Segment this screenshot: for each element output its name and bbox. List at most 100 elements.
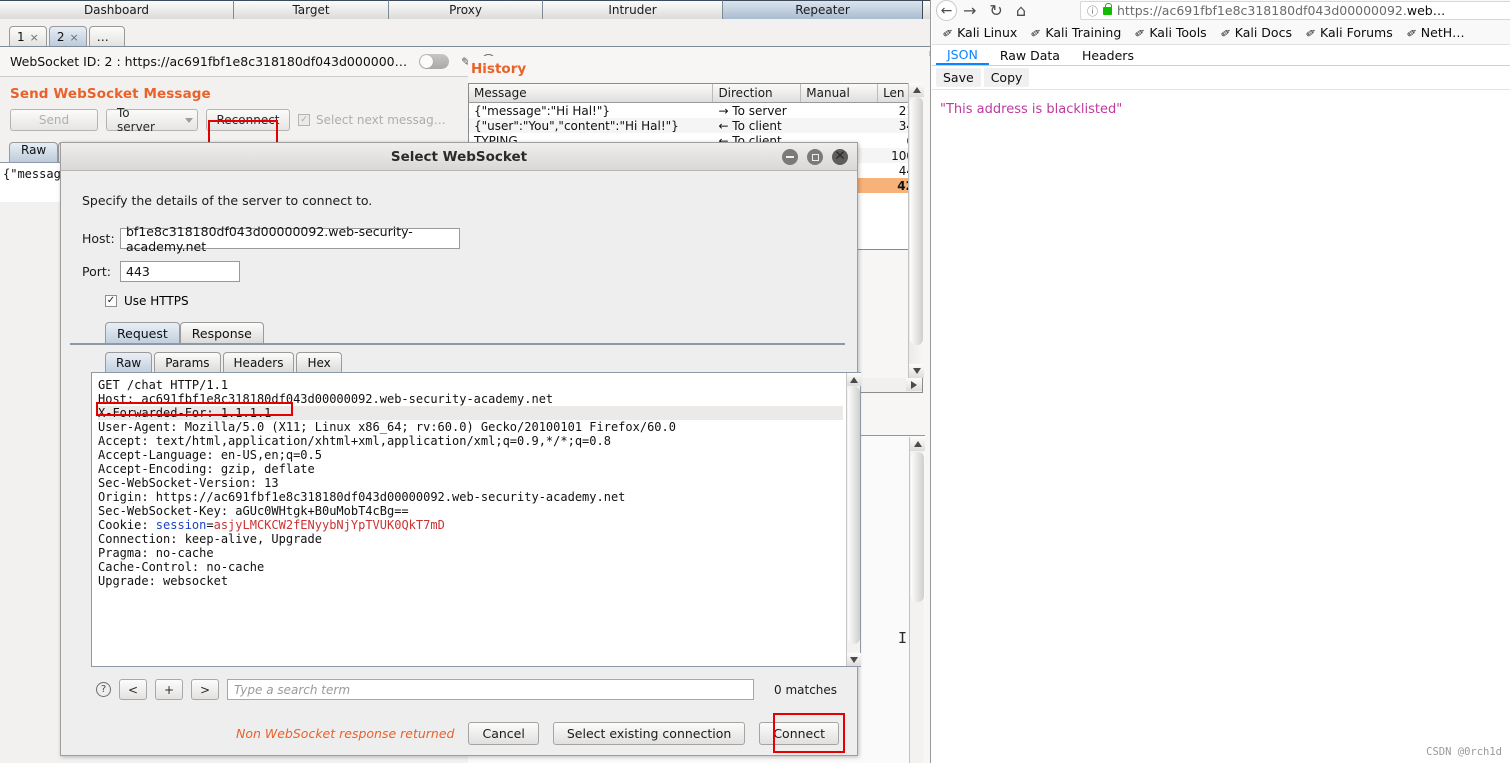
tab-raw[interactable]: Raw [9, 142, 59, 162]
scroll-up-arrow[interactable] [910, 437, 925, 451]
tab-response[interactable]: Response [179, 322, 264, 343]
repeater-tab-more[interactable]: … [88, 26, 125, 47]
tab-repeater[interactable]: Repeater [723, 0, 923, 19]
url-domain: web… [1406, 3, 1446, 18]
minimize-icon[interactable] [782, 149, 798, 165]
tab-request[interactable]: Request [105, 322, 180, 343]
cookie-name: session [155, 518, 207, 532]
home-icon[interactable]: ⌂ [1016, 1, 1026, 20]
select-existing-connection-button[interactable]: Select existing connection [552, 722, 746, 745]
json-viewer-toolbar: Save Copy [932, 66, 1510, 90]
reload-icon[interactable]: ↻ [989, 1, 1002, 20]
dialog-window-buttons: ✕ [782, 149, 848, 165]
scrollbar-thumb[interactable] [848, 386, 860, 644]
copy-button-label: Copy [990, 70, 1023, 85]
tab-request-label: Request [117, 325, 168, 341]
info-icon[interactable]: ⓘ [1087, 3, 1098, 19]
back-icon[interactable]: ← [936, 0, 957, 21]
scroll-up-arrow[interactable] [847, 373, 861, 386]
scroll-right-arrow[interactable] [906, 378, 922, 391]
editor-tabbar: Raw Params Headers Hex [105, 352, 857, 372]
scrollbar-thumb[interactable] [911, 452, 924, 602]
bookmark-kali-tools[interactable]: ✏ Kali Tools [1128, 24, 1213, 41]
scroll-up-arrow[interactable] [909, 83, 924, 97]
close-icon[interactable]: × [30, 31, 39, 44]
tab-intruder[interactable]: Intruder [543, 0, 723, 19]
search-add-button[interactable]: + [155, 679, 183, 700]
checkbox-icon: ✓ [105, 295, 117, 307]
help-icon[interactable]: ? [96, 682, 111, 697]
tab-response-label: Response [191, 325, 252, 341]
send-button[interactable]: Send [10, 109, 98, 131]
intercept-toggle[interactable] [419, 54, 450, 69]
history-title: History [471, 61, 527, 77]
search-next-label: > [199, 682, 211, 697]
repeater-tab-1[interactable]: 1 × [9, 26, 47, 47]
message-editor-text: {"message [3, 167, 69, 181]
column-header-direction[interactable]: Direction [713, 84, 802, 102]
tab-proxy[interactable]: Proxy [389, 0, 543, 19]
bookmark-kali-docs[interactable]: ✏ Kali Docs [1214, 24, 1299, 41]
port-input[interactable]: 443 [120, 261, 240, 282]
request-line: Connection: keep-alive, Upgrade [98, 532, 322, 546]
dialog-description: Specify the details of the server to con… [82, 193, 373, 208]
request-editor[interactable]: GET /chat HTTP/1.1 Host: ac691fbf1e8c318… [91, 372, 861, 667]
tab-dashboard[interactable]: Dashboard [0, 0, 234, 19]
bookmark-kali-training[interactable]: ✏ Kali Training [1024, 24, 1128, 41]
tab-headers[interactable]: Headers [1071, 45, 1145, 65]
forward-icon[interactable]: → [963, 1, 976, 20]
tab-params-label: Params [165, 355, 210, 370]
search-next-button[interactable]: > [191, 679, 219, 700]
host-field-row: Host: bf1e8c318180df043d00000092.web-sec… [82, 224, 857, 254]
tab-raw[interactable]: Raw [105, 352, 153, 372]
tab-raw-data[interactable]: Raw Data [989, 45, 1071, 65]
close-icon[interactable]: ✕ [832, 149, 848, 165]
search-placeholder: Type a search term [234, 682, 351, 697]
cell-message: {"user":"You","content":"Hi Hal!"} [474, 118, 679, 133]
request-vertical-scrollbar[interactable] [846, 373, 861, 666]
scroll-down-arrow[interactable] [847, 653, 861, 666]
cell-direction: → To server [718, 103, 787, 118]
scroll-down-arrow[interactable] [909, 364, 924, 378]
table-row[interactable]: {"user":"You","content":"Hi Hal!"} ← To … [469, 118, 922, 133]
save-button[interactable]: Save [936, 68, 981, 87]
tab-hex[interactable]: Hex [296, 352, 342, 372]
tab-json[interactable]: JSON [936, 45, 989, 65]
search-input[interactable]: Type a search term [227, 679, 754, 700]
cancel-button[interactable]: Cancel [468, 722, 539, 745]
direction-dropdown-label: To server [117, 106, 155, 134]
tab-proxy-label: Proxy [449, 3, 482, 17]
host-label: Host: [82, 231, 115, 246]
maximize-icon[interactable] [807, 149, 823, 165]
request-line: Accept-Encoding: gzip, deflate [98, 462, 315, 476]
bookmark-kali-linux[interactable]: ✏ Kali Linux [936, 24, 1024, 41]
tab-overflow[interactable] [923, 0, 930, 19]
table-row[interactable]: {"message":"Hi Hal!"} → To server 21 [469, 103, 922, 118]
search-prev-button[interactable]: < [119, 679, 147, 700]
tab-headers-label: Headers [1081, 47, 1134, 63]
cookie-value: asjyLMCKCW2fENyybNjYpTVUK0QkT7mD [213, 518, 445, 532]
select-next-message-checkbox[interactable]: ✓ Select next messag… [298, 113, 446, 127]
copy-button[interactable]: Copy [983, 68, 1030, 87]
column-header-manual[interactable]: Manual [801, 84, 879, 102]
repeater-tab-2[interactable]: 2 × [48, 26, 87, 47]
column-header-message[interactable]: Message [469, 84, 714, 102]
lock-icon[interactable] [1103, 2, 1112, 15]
scrollbar-thumb[interactable] [910, 97, 923, 345]
tab-params[interactable]: Params [154, 352, 221, 372]
history-vertical-scrollbar[interactable] [908, 83, 924, 378]
dialog-titlebar[interactable]: Select WebSocket ✕ [61, 143, 857, 171]
cookie-prefix: Cookie: [98, 518, 156, 532]
bookmark-nethunter[interactable]: ✏ NetH… [1400, 24, 1472, 41]
direction-dropdown[interactable]: To server [106, 106, 198, 134]
bookmark-kali-forums[interactable]: ✏ Kali Forums [1299, 24, 1400, 41]
close-icon[interactable]: × [70, 31, 79, 44]
detail-vertical-scrollbar[interactable] [909, 437, 925, 763]
search-row: ? < + > Type a search term 0 matches [96, 679, 857, 700]
url-bar[interactable]: ⓘ https://ac691fbf1e8c318180df043d000000… [1080, 1, 1510, 20]
tab-target[interactable]: Target [234, 0, 389, 19]
tab-headers[interactable]: Headers [222, 352, 295, 372]
use-https-checkbox[interactable]: ✓ Use HTTPS [105, 294, 857, 308]
host-input[interactable]: bf1e8c318180df043d00000092.web-security-… [120, 224, 460, 254]
url-text: https://ac691fbf1e8c318180df043d00000092… [1117, 3, 1445, 18]
